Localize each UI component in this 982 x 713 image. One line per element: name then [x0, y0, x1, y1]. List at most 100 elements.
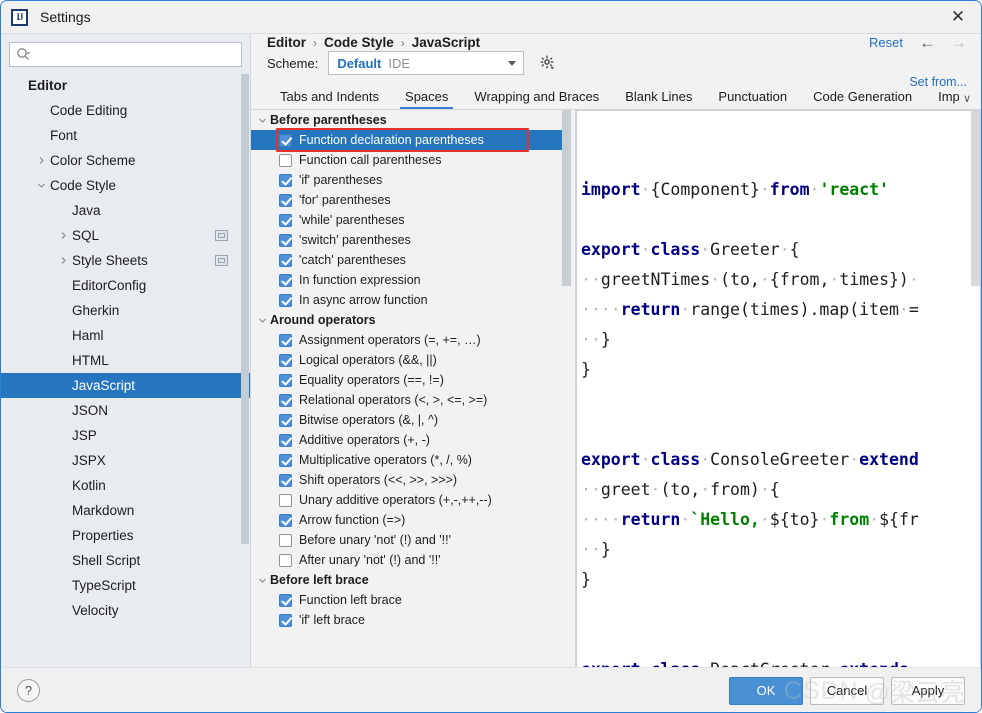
sidebar-item-typescript[interactable]: TypeScript	[1, 573, 250, 598]
tab-imp[interactable]: Imp	[925, 89, 959, 109]
options-scrollbar[interactable]	[562, 110, 571, 712]
sidebar-scrollbar[interactable]	[240, 34, 250, 667]
sidebar-item-json[interactable]: JSON	[1, 398, 250, 423]
sidebar-item-font[interactable]: Font	[1, 123, 250, 148]
tab-spaces[interactable]: Spaces	[392, 89, 461, 109]
checkbox[interactable]	[279, 533, 292, 547]
checkbox[interactable]	[279, 193, 292, 207]
options-group-before-left-brace[interactable]: Before left brace	[251, 570, 576, 590]
checkbox[interactable]	[279, 273, 292, 287]
option-row[interactable]: In async arrow function	[251, 290, 576, 310]
sidebar-item-java[interactable]: Java	[1, 198, 250, 223]
checkbox[interactable]	[279, 173, 292, 187]
option-row[interactable]: Assignment operators (=, +=, …)	[251, 330, 576, 350]
checkbox[interactable]	[279, 293, 292, 307]
tab-wrapping-and-braces[interactable]: Wrapping and Braces	[461, 89, 612, 109]
sidebar-item-jspx[interactable]: JSPX	[1, 448, 250, 473]
reset-link[interactable]: Reset	[869, 35, 903, 50]
checkbox[interactable]	[279, 153, 292, 167]
sidebar-item-velocity[interactable]: Velocity	[1, 598, 250, 623]
help-button[interactable]: ?	[17, 679, 40, 702]
breadcrumb-item-code-style[interactable]: Code Style	[324, 35, 394, 50]
tabs-overflow-chevron-down-icon[interactable]: ∨	[963, 92, 971, 109]
option-row[interactable]: Function call parentheses	[251, 150, 576, 170]
checkbox[interactable]	[279, 133, 292, 147]
sidebar-item-html[interactable]: HTML	[1, 348, 250, 373]
chevron-collapsed-icon[interactable]	[57, 229, 70, 242]
sidebar-item-gherkin[interactable]: Gherkin	[1, 298, 250, 323]
forward-arrow-icon[interactable]: →	[950, 34, 967, 51]
cancel-button[interactable]: Cancel	[810, 676, 884, 705]
search-input[interactable]	[34, 43, 235, 66]
back-arrow-icon[interactable]: ←	[919, 34, 936, 51]
search-box[interactable]	[9, 42, 242, 67]
ok-button[interactable]: OK	[729, 676, 803, 705]
option-row[interactable]: 'switch' parentheses	[251, 230, 576, 250]
option-row[interactable]: Equality operators (==, !=)	[251, 370, 576, 390]
sidebar-item-shell-script[interactable]: Shell Script	[1, 548, 250, 573]
option-row[interactable]: Arrow function (=>)	[251, 510, 576, 530]
chevron-collapsed-icon[interactable]	[57, 254, 70, 267]
checkbox[interactable]	[279, 333, 292, 347]
preview-vertical-scrollbar[interactable]	[971, 111, 980, 286]
chevron-expanded-icon[interactable]	[255, 116, 270, 125]
sidebar-item-sql[interactable]: SQL	[1, 223, 250, 248]
option-row[interactable]: Shift operators (<<, >>, >>>)	[251, 470, 576, 490]
option-row[interactable]: 'if' parentheses	[251, 170, 576, 190]
sidebar-item-style-sheets[interactable]: Style Sheets	[1, 248, 250, 273]
option-row[interactable]: After unary 'not' (!) and '!!'	[251, 550, 576, 570]
option-row[interactable]: Additive operators (+, -)	[251, 430, 576, 450]
options-scrollbar-thumb[interactable]	[562, 110, 571, 286]
option-row[interactable]: 'if' left brace	[251, 610, 576, 630]
apply-button[interactable]: Apply	[891, 676, 965, 705]
set-from-link[interactable]: Set from...	[909, 75, 967, 89]
tab-code-generation[interactable]: Code Generation	[800, 89, 925, 109]
sidebar-item-editor[interactable]: Editor	[1, 73, 250, 98]
checkbox[interactable]	[279, 513, 292, 527]
tab-punctuation[interactable]: Punctuation	[705, 89, 800, 109]
sidebar-scrollbar-thumb[interactable]	[241, 74, 249, 544]
checkbox[interactable]	[279, 233, 292, 247]
options-group-around-operators[interactable]: Around operators	[251, 310, 576, 330]
chevron-expanded-icon[interactable]	[255, 316, 270, 325]
tab-tabs-and-indents[interactable]: Tabs and Indents	[267, 89, 392, 109]
sidebar-item-markdown[interactable]: Markdown	[1, 498, 250, 523]
sidebar-item-jsp[interactable]: JSP	[1, 423, 250, 448]
checkbox[interactable]	[279, 253, 292, 267]
option-row[interactable]: In function expression	[251, 270, 576, 290]
option-row[interactable]: Multiplicative operators (*, /, %)	[251, 450, 576, 470]
sidebar-item-color-scheme[interactable]: Color Scheme	[1, 148, 250, 173]
sidebar-item-kotlin[interactable]: Kotlin	[1, 473, 250, 498]
option-row[interactable]: 'for' parentheses	[251, 190, 576, 210]
checkbox[interactable]	[279, 553, 292, 567]
tab-blank-lines[interactable]: Blank Lines	[612, 89, 705, 109]
checkbox[interactable]	[279, 613, 292, 627]
option-row[interactable]: 'while' parentheses	[251, 210, 576, 230]
sidebar-item-javascript[interactable]: JavaScript	[1, 373, 250, 398]
checkbox[interactable]	[279, 473, 292, 487]
option-row[interactable]: Unary additive operators (+,-,++,--)	[251, 490, 576, 510]
sidebar-item-code-editing[interactable]: Code Editing	[1, 98, 250, 123]
sidebar-item-properties[interactable]: Properties	[1, 523, 250, 548]
checkbox[interactable]	[279, 413, 292, 427]
checkbox[interactable]	[279, 493, 292, 507]
chevron-expanded-icon[interactable]	[35, 179, 48, 192]
option-row[interactable]: Function declaration parentheses	[251, 130, 576, 150]
checkbox[interactable]	[279, 593, 292, 607]
sidebar-item-vue-template[interactable]: Vue template	[1, 623, 250, 629]
breadcrumb-item-javascript[interactable]: JavaScript	[412, 35, 480, 50]
option-row[interactable]: Bitwise operators (&, |, ^)	[251, 410, 576, 430]
checkbox[interactable]	[279, 353, 292, 367]
options-group-before-parentheses[interactable]: Before parentheses	[251, 110, 576, 130]
scheme-dropdown[interactable]: Default IDE	[328, 51, 525, 75]
sidebar-item-editorconfig[interactable]: EditorConfig	[1, 273, 250, 298]
chevron-collapsed-icon[interactable]	[35, 154, 48, 167]
checkbox[interactable]	[279, 213, 292, 227]
checkbox[interactable]	[279, 393, 292, 407]
checkbox[interactable]	[279, 453, 292, 467]
breadcrumb-item-editor[interactable]: Editor	[267, 35, 306, 50]
option-row[interactable]: Before unary 'not' (!) and '!!'	[251, 530, 576, 550]
chevron-expanded-icon[interactable]	[255, 576, 270, 585]
checkbox[interactable]	[279, 373, 292, 387]
sidebar-item-haml[interactable]: Haml	[1, 323, 250, 348]
